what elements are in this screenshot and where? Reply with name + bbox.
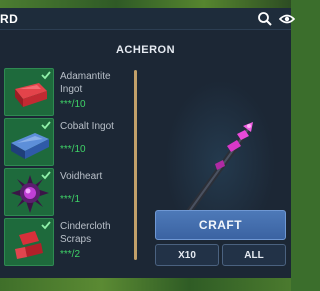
crafting-panel: ACHERON Adamantite Ingot ***/10 Cobalt I… xyxy=(0,30,291,278)
ingredient-count: ***/10 xyxy=(60,99,86,110)
search-icon[interactable] xyxy=(257,11,273,27)
craft-button[interactable]: CRAFT xyxy=(155,210,286,240)
ingredient-slot xyxy=(4,68,54,116)
ingredient-slot xyxy=(4,218,54,266)
list-item[interactable]: Cindercloth Scraps ***/2 xyxy=(4,218,130,266)
background-foliage-top xyxy=(0,0,291,8)
checkmark-icon xyxy=(41,71,51,80)
ingredient-name: Voidheart xyxy=(60,171,103,182)
craft-all-button[interactable]: ALL xyxy=(222,244,286,266)
item-preview xyxy=(165,80,275,230)
ingredient-slot xyxy=(4,118,54,166)
list-item[interactable]: Voidheart ***/1 xyxy=(4,168,130,216)
window-header: RD xyxy=(0,8,295,30)
eye-icon[interactable] xyxy=(279,11,295,27)
ingredient-name: Adamantite Ingot xyxy=(60,71,111,95)
list-scrollbar[interactable] xyxy=(134,70,137,260)
ingredient-count: ***/2 xyxy=(60,249,81,260)
list-item[interactable]: Adamantite Ingot ***/10 xyxy=(4,68,130,116)
craft-x10-button[interactable]: X10 xyxy=(155,244,219,266)
ingredient-slot xyxy=(4,168,54,216)
window-title: RD xyxy=(0,12,19,26)
ingredient-list[interactable]: Adamantite Ingot ***/10 Cobalt Ingot ***… xyxy=(4,68,130,278)
ingredient-name: Cindercloth Scraps xyxy=(60,221,111,245)
recipe-title: ACHERON xyxy=(115,44,176,56)
ingredient-count: ***/1 xyxy=(60,194,81,205)
checkmark-icon xyxy=(41,121,51,130)
checkmark-icon xyxy=(41,221,51,230)
ingredient-count: ***/10 xyxy=(60,144,86,155)
background-foliage-bottom xyxy=(0,278,291,291)
ingredient-name: Cobalt Ingot xyxy=(60,121,114,132)
list-item[interactable]: Cobalt Ingot ***/10 xyxy=(4,118,130,166)
acheron-weapon-icon xyxy=(180,122,253,223)
checkmark-icon xyxy=(41,171,51,180)
